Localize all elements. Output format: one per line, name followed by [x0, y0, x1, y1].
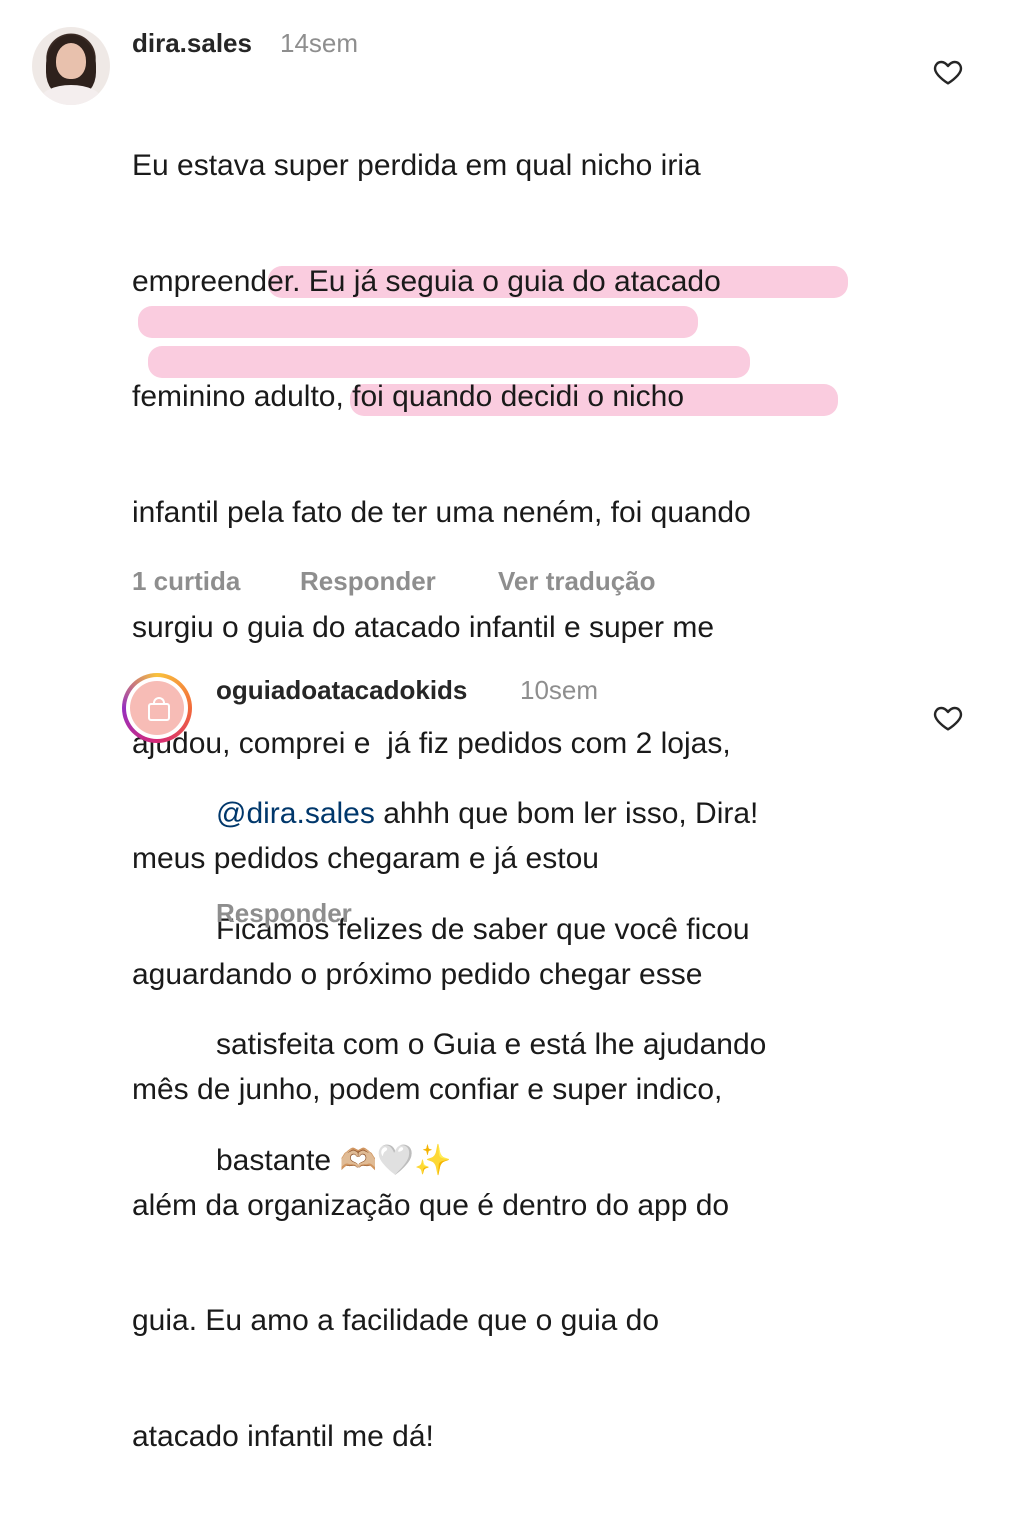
shopping-bag-icon [148, 697, 170, 721]
avatar-shirt [40, 85, 102, 105]
likes-count[interactable]: 1 curtida [132, 566, 240, 597]
reply-line: @dira.sales ahhh que bom ler isso, Dira! [216, 795, 766, 834]
comment-line: empreender. Eu já seguia o guia do ataca… [132, 264, 721, 298]
reply-line-text: ahhh que bom ler isso, Dira! [374, 797, 759, 830]
comment-line: atacado infantil me dá! [132, 1419, 434, 1453]
reply-line: bastante 🫶🏼🤍✨ [216, 1142, 766, 1181]
comment-line: surgiu o guia do atacado infantil e supe… [132, 611, 715, 644]
avatar-face [56, 43, 86, 79]
comment-actions: 1 curtida Responder Ver tradução [0, 566, 1024, 602]
comment-username[interactable]: oguiadoatacadokids [216, 675, 467, 706]
comment-line: Eu estava super perdida em qual nicho ir… [132, 149, 701, 182]
reply-line: satisfeita com o Guia e está lhe ajudand… [216, 1028, 767, 1061]
reply-button[interactable]: Responder [216, 898, 352, 929]
sparkles-emoji: ✨ [414, 1144, 452, 1178]
heart-outline-icon[interactable] [932, 702, 964, 734]
reply-line-text: bastante [216, 1143, 340, 1177]
comment-timestamp: 14sem [280, 28, 359, 58]
reply-actions: Responder [0, 898, 1024, 934]
comment-line: guia. Eu amo a facilidade que o guia do [132, 1304, 660, 1337]
brand-logo [130, 681, 184, 735]
white-heart-emoji: 🤍 [376, 1144, 415, 1178]
mention-link[interactable]: @dira.sales [216, 797, 375, 830]
comment-line: infantil pela fato de ter uma neném, foi… [132, 495, 751, 529]
comment-timestamp: 10sem [520, 675, 599, 705]
brand-avatar[interactable] [122, 673, 192, 743]
reply-button[interactable]: Responder [300, 566, 436, 597]
avatar[interactable] [32, 27, 110, 105]
reply-text: @dira.sales ahhh que bom ler isso, Dira!… [216, 718, 766, 1258]
see-translation-button[interactable]: Ver tradução [498, 566, 656, 597]
comment-line: feminino adulto, foi quando decidi o nic… [132, 380, 685, 413]
heart-outline-icon[interactable] [932, 56, 964, 88]
heart-hands-emoji: 🫶🏼 [339, 1144, 377, 1178]
comment-username[interactable]: dira.sales [132, 28, 252, 59]
